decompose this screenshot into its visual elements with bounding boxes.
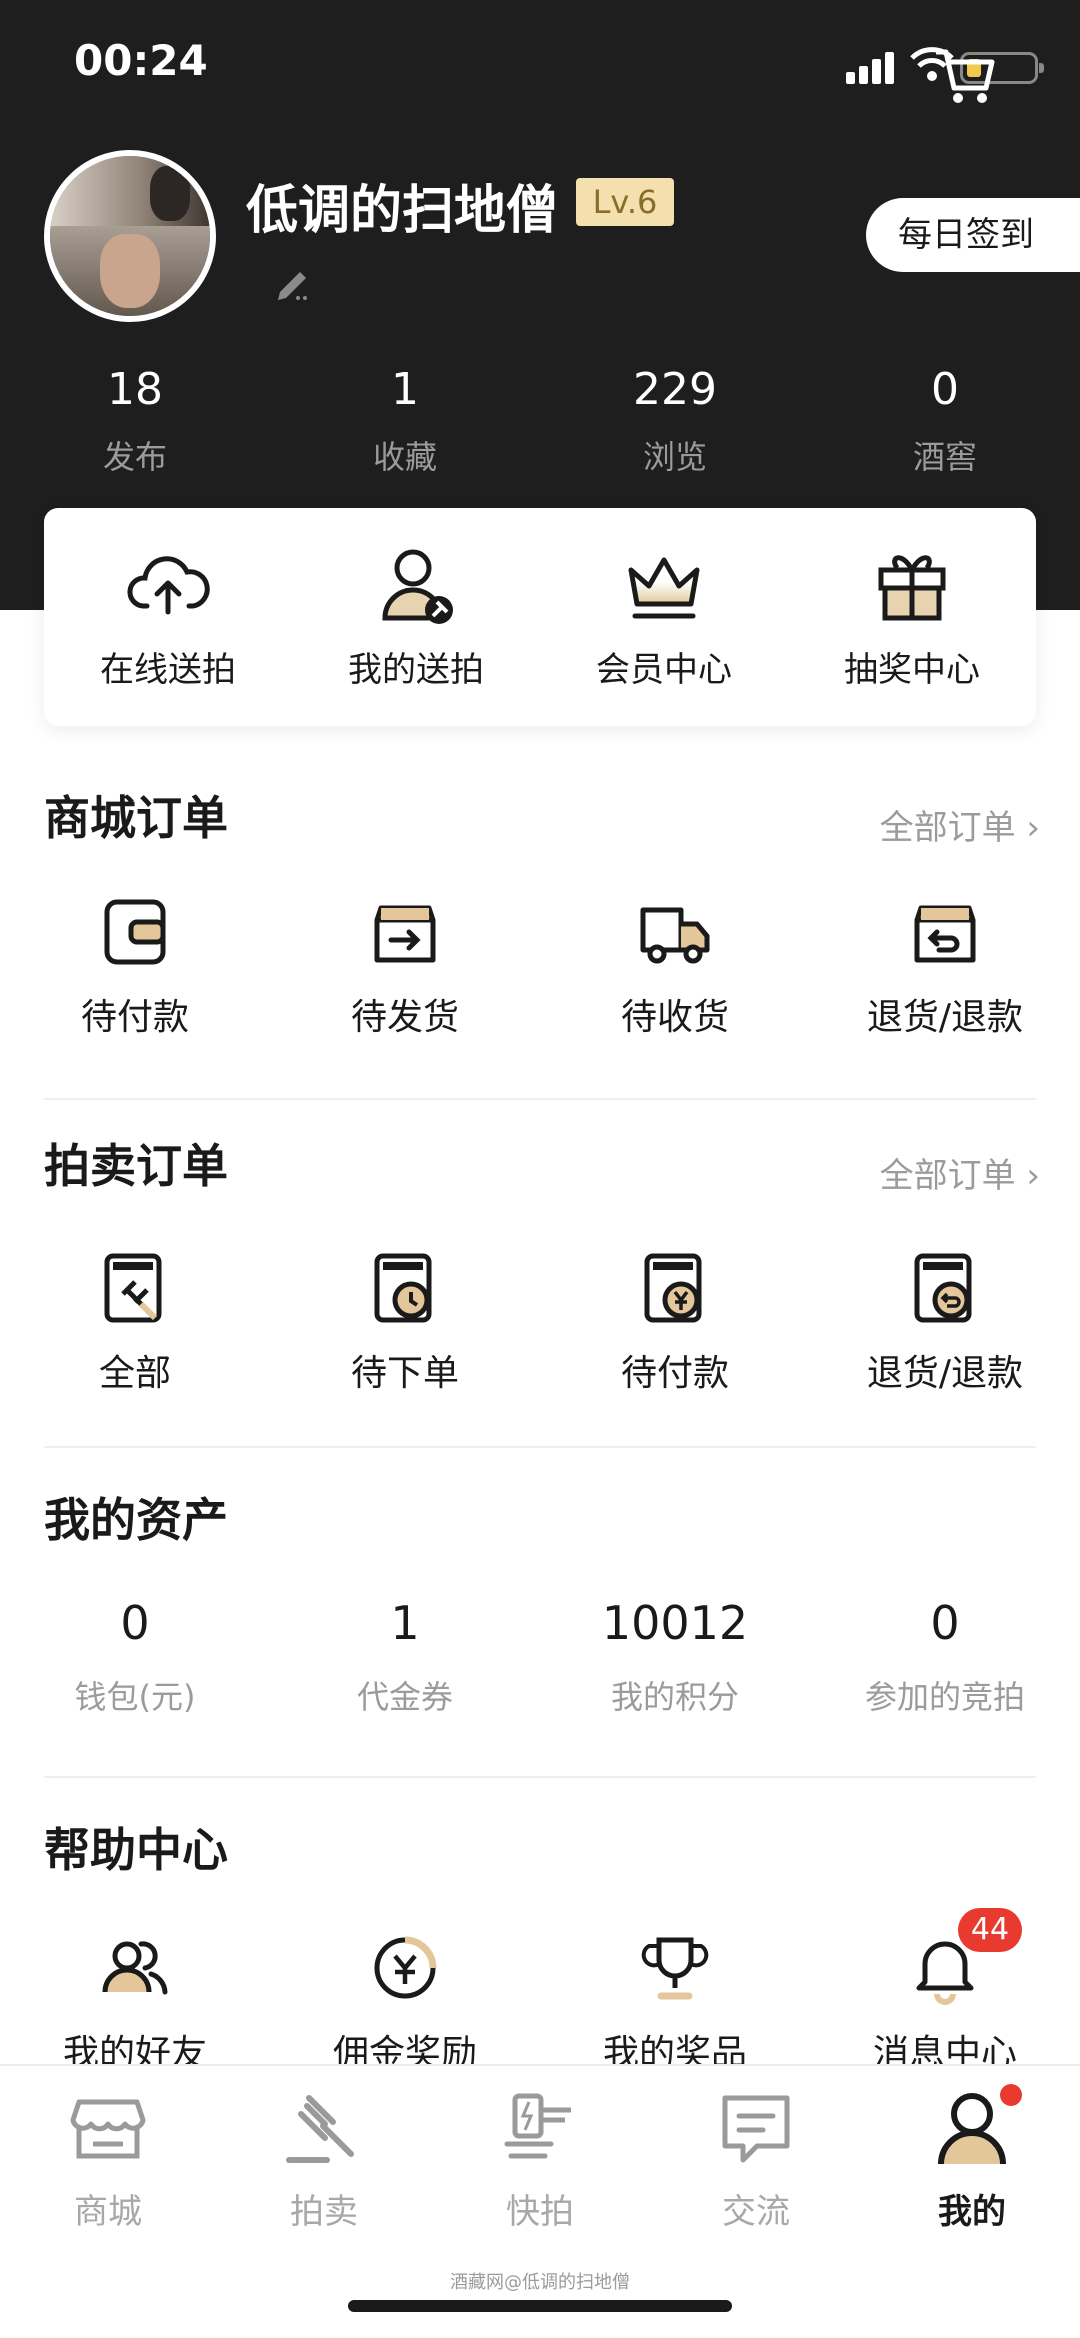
- assets-row: 0 钱包(元) 1 代金券 10012 我的积分 0 参加的竞拍: [0, 1596, 1080, 1718]
- asset-auctions[interactable]: 0 参加的竞拍: [810, 1596, 1080, 1718]
- my-consign-button[interactable]: 我的送拍: [292, 508, 540, 726]
- mall-return-refund[interactable]: 退货/退款: [810, 894, 1080, 1040]
- stat-favorites[interactable]: 1 收藏: [270, 364, 540, 478]
- status-time: 00:24: [74, 36, 208, 85]
- tab-auction[interactable]: 拍卖: [216, 2084, 432, 2233]
- online-consign-button[interactable]: 在线送拍: [44, 508, 292, 726]
- level-badge: Lv.6: [576, 178, 674, 226]
- help-my-prizes[interactable]: 我的奖品: [540, 1930, 810, 2076]
- message-count-badge: 44: [958, 1908, 1022, 1952]
- auction-clock-icon: [374, 1253, 432, 1323]
- chat-icon: [722, 2095, 790, 2163]
- status-bar: 00:24: [0, 0, 1080, 130]
- divider: [44, 1098, 1036, 1100]
- member-center-button[interactable]: 会员中心: [540, 508, 788, 726]
- crown-icon: [628, 557, 700, 619]
- stat-publish[interactable]: 18 发布: [0, 364, 270, 478]
- home-indicator: [348, 2300, 732, 2312]
- auction-pending-order[interactable]: 待下单: [270, 1250, 540, 1396]
- mall-orders-all-link[interactable]: 全部订单 ›: [880, 800, 1040, 849]
- auction-orders-all-link[interactable]: 全部订单 ›: [880, 1148, 1040, 1197]
- asset-wallet[interactable]: 0 钱包(元): [0, 1596, 270, 1718]
- mall-orders-title: 商城订单: [44, 791, 228, 845]
- quick-auction-icon: [504, 2093, 571, 2159]
- help-center-row: 我的好友 佣金奖励 我的奖品 消息中心: [0, 1930, 1080, 2076]
- bottom-tab-bar: 商城 拍卖 快拍 交流 我的: [0, 2064, 1080, 2338]
- auction-return-icon: [914, 1253, 972, 1323]
- asset-points[interactable]: 10012 我的积分: [540, 1596, 810, 1718]
- notification-dot: [1000, 2084, 1022, 2106]
- auction-all-icon: [104, 1253, 162, 1323]
- auction-pending-payment[interactable]: 待付款: [540, 1250, 810, 1396]
- gavel-icon: [286, 2095, 354, 2163]
- commission-icon: [374, 1936, 437, 1999]
- watermark: 酒藏网@低调的扫地僧: [450, 2272, 630, 2293]
- signal-icon: [846, 50, 898, 84]
- daily-checkin-button[interactable]: 每日签到: [866, 198, 1080, 272]
- stat-views[interactable]: 229 浏览: [540, 364, 810, 478]
- box-return-icon: [914, 905, 976, 963]
- auction-yen-icon: [644, 1253, 702, 1323]
- stat-cellar[interactable]: 0 酒窖: [810, 364, 1080, 478]
- cloud-upload-icon: [127, 556, 210, 615]
- wallet-icon: [104, 899, 166, 965]
- tab-community[interactable]: 交流: [648, 2084, 864, 2233]
- asset-coupons[interactable]: 1 代金券: [270, 1596, 540, 1718]
- divider: [44, 1446, 1036, 1448]
- edit-icon[interactable]: [274, 262, 314, 302]
- mall-pending-receipt[interactable]: 待收货: [540, 894, 810, 1040]
- auction-orders-title: 拍卖订单: [44, 1139, 228, 1193]
- help-message-center[interactable]: 消息中心: [810, 1930, 1080, 2076]
- avatar[interactable]: [44, 150, 216, 322]
- tab-mine[interactable]: 我的: [864, 2084, 1080, 2233]
- auction-all[interactable]: 全部: [0, 1250, 270, 1396]
- friends-icon: [102, 1941, 168, 1995]
- truck-icon: [640, 907, 710, 964]
- divider: [44, 1776, 1036, 1778]
- cart-icon[interactable]: [932, 44, 996, 108]
- assets-title: 我的资产: [44, 1493, 228, 1547]
- box-ship-icon: [374, 905, 436, 963]
- gift-icon: [878, 555, 946, 621]
- profile-stats: 18 发布 1 收藏 229 浏览 0 酒窖: [0, 364, 1080, 478]
- username: 低调的扫地僧: [246, 181, 559, 241]
- mall-pending-shipment[interactable]: 待发货: [270, 894, 540, 1040]
- help-commission[interactable]: 佣金奖励: [270, 1930, 540, 2076]
- shop-icon: [70, 2099, 146, 2159]
- quick-actions-card: 在线送拍 我的送拍 会员中心 抽奖中心: [44, 508, 1036, 726]
- trophy-icon: [641, 1937, 709, 2000]
- tab-mall[interactable]: 商城: [0, 2084, 216, 2233]
- auction-return-refund[interactable]: 退货/退款: [810, 1250, 1080, 1396]
- tab-quick-auction[interactable]: 快拍: [432, 2084, 648, 2233]
- lottery-center-button[interactable]: 抽奖中心: [788, 508, 1036, 726]
- user-auction-icon: [382, 549, 453, 624]
- mall-orders-row: 待付款 待发货 待收货 退货/退款: [0, 894, 1080, 1040]
- help-my-friends[interactable]: 我的好友: [0, 1930, 270, 2076]
- help-center-title: 帮助中心: [44, 1823, 228, 1877]
- auction-orders-row: 全部 待下单 待付款 退货/退款: [0, 1250, 1080, 1396]
- mall-pending-payment[interactable]: 待付款: [0, 894, 270, 1040]
